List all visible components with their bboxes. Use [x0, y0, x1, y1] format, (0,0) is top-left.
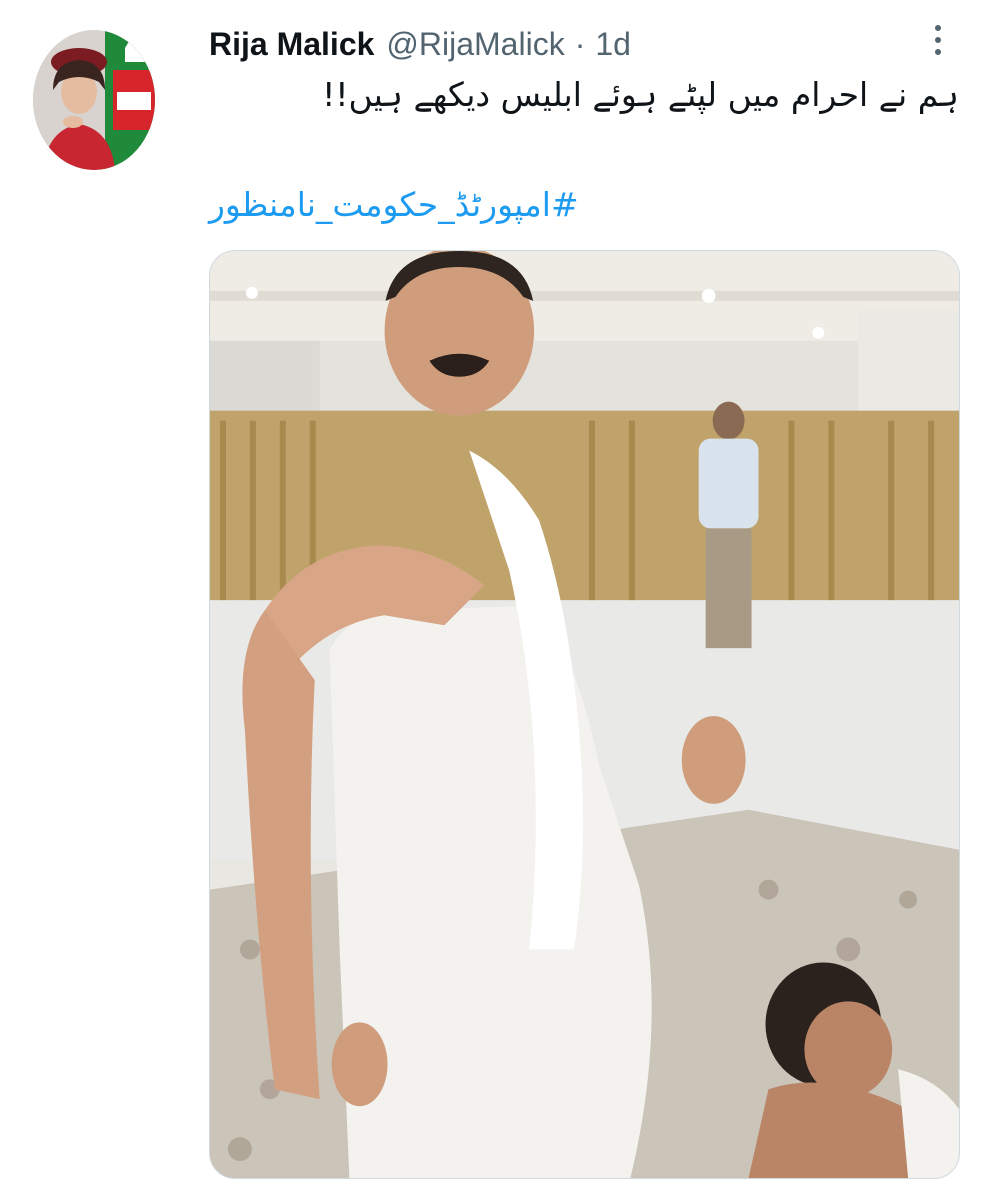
tweet-header: Rija Malick @RijaMalick · 1d	[209, 24, 631, 64]
author-display-name[interactable]: Rija Malick	[209, 26, 374, 63]
more-dot-icon	[935, 37, 941, 43]
photo-image	[210, 251, 959, 1178]
separator-dot: ·	[574, 25, 586, 62]
author-avatar[interactable]	[33, 30, 155, 170]
more-dot-icon	[935, 49, 941, 55]
hashtag-text[interactable]: #امپورٹڈ_حکومت_نامنظور	[209, 180, 579, 230]
more-dot-icon	[935, 25, 941, 31]
hashtag-link[interactable]: #امپورٹڈ_حکومت_نامنظور	[209, 180, 959, 230]
tweet-card: Rija Malick @RijaMalick · 1d ہم نے احرام…	[0, 0, 993, 1200]
more-options-icon[interactable]	[926, 20, 950, 60]
author-handle[interactable]: @RijaMalick	[386, 26, 564, 63]
tweet-timestamp[interactable]: 1d	[595, 26, 631, 63]
tweet-text: ہم نے احرام میں لپٹے ہوئے ابلیس دیکھے ہی…	[322, 75, 959, 114]
avatar-image	[33, 30, 155, 170]
tweet-photo[interactable]	[209, 250, 960, 1179]
